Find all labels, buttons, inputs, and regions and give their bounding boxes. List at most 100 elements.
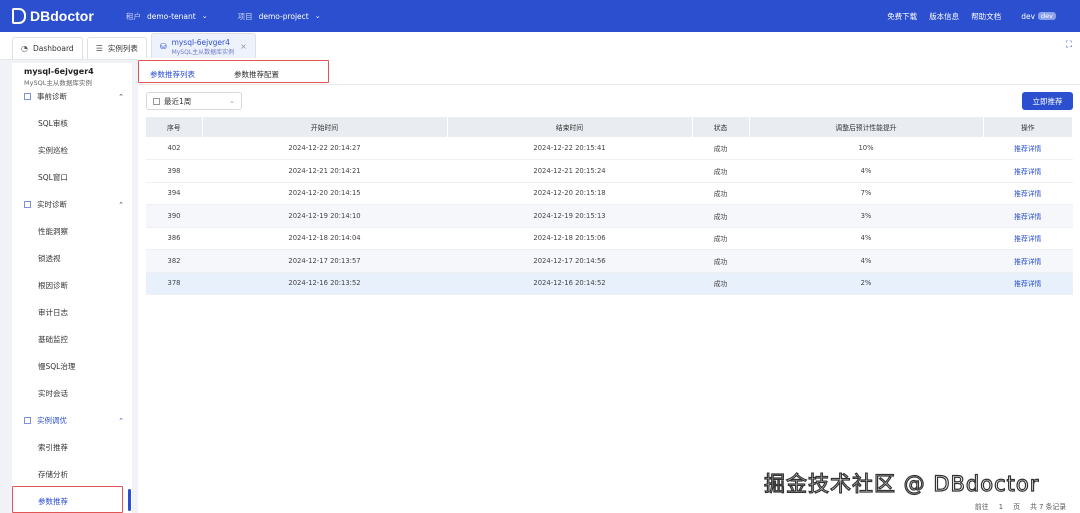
table-row: 386 2024-12-18 20:14:04 2024-12-18 20:15… bbox=[146, 227, 1073, 250]
sidebar-item-lock-view[interactable]: 锁透视 bbox=[38, 253, 61, 264]
recommend-detail-link[interactable]: 推荐详情 bbox=[983, 159, 1073, 183]
cell-improvement: 4% bbox=[749, 227, 983, 250]
recommend-detail-link[interactable]: 推荐详情 bbox=[983, 227, 1073, 250]
group-label: 实例调优 bbox=[37, 416, 67, 425]
free-download-link[interactable]: 免费下载 bbox=[887, 11, 917, 22]
table-header-row: 序号 开始时间 结束时间 状态 调整后预计性能提升 操作 bbox=[146, 117, 1073, 137]
menu-group-instance-tuning[interactable]: 实例调优 ⌃ bbox=[24, 415, 124, 426]
sidebar-scrollbar[interactable] bbox=[128, 489, 131, 511]
recommend-detail-link[interactable]: 推荐详情 bbox=[983, 204, 1073, 228]
cell-id: 378 bbox=[146, 272, 202, 295]
highlight-box-subtabs bbox=[138, 60, 329, 83]
recommend-detail-link[interactable]: 推荐详情 bbox=[983, 249, 1073, 273]
chevron-down-icon: ⌄ bbox=[229, 97, 235, 105]
recommend-detail-link[interactable]: 推荐详情 bbox=[983, 272, 1073, 295]
cell-end-time: 2024-12-22 20:15:41 bbox=[447, 137, 692, 160]
cell-end-time: 2024-12-20 20:15:18 bbox=[447, 182, 692, 205]
instance-description: MySQL主从数据库实例 bbox=[24, 79, 92, 87]
cell-status: 成功 bbox=[692, 272, 749, 295]
sidebar-item-root-cause[interactable]: 根因诊断 bbox=[38, 280, 68, 291]
date-range-select[interactable]: 最近1周 ⌄ bbox=[146, 92, 242, 110]
group-label: 事前诊断 bbox=[37, 92, 67, 101]
logo[interactable]: DBdoctor bbox=[12, 8, 112, 24]
table-row: 402 2024-12-22 20:14:27 2024-12-22 20:15… bbox=[146, 137, 1073, 160]
table-row: 382 2024-12-17 20:13:57 2024-12-17 20:14… bbox=[146, 249, 1073, 273]
sidebar-item-inspection[interactable]: 实例巡检 bbox=[38, 145, 68, 156]
pager-total: 共 7 条记录 bbox=[1030, 503, 1066, 511]
cell-end-time: 2024-12-18 20:15:06 bbox=[447, 227, 692, 250]
cell-status: 成功 bbox=[692, 159, 749, 183]
recommend-table: 序号 开始时间 结束时间 状态 调整后预计性能提升 操作 402 2024-12… bbox=[146, 117, 1073, 295]
column-header: 操作 bbox=[983, 117, 1073, 137]
project-selector[interactable]: 项目 demo-project ⌄ bbox=[238, 11, 321, 22]
sidebar-item-index-recommend[interactable]: 索引推荐 bbox=[38, 442, 68, 453]
main-content: 参数推荐列表 参数推荐配置 最近1周 ⌄ 立即推荐 序号 开始时间 结束时间 状… bbox=[138, 58, 1080, 513]
sidebar: mysql-6ejvger4 MySQL主从数据库实例 事前诊断 ⌃ SQL审核… bbox=[12, 63, 132, 513]
recommend-detail-link[interactable]: 推荐详情 bbox=[983, 137, 1073, 160]
cell-id: 394 bbox=[146, 182, 202, 205]
cell-improvement: 4% bbox=[749, 249, 983, 273]
sidebar-item-basic-monitoring[interactable]: 基础监控 bbox=[38, 334, 68, 345]
column-header: 状态 bbox=[692, 117, 750, 137]
user-menu[interactable]: dev dev bbox=[1021, 12, 1056, 21]
group-label: 实时诊断 bbox=[37, 200, 67, 209]
chevron-down-icon: ⌄ bbox=[201, 12, 208, 20]
sidebar-item-realtime-session[interactable]: 实时会话 bbox=[38, 388, 68, 399]
help-docs-link[interactable]: 帮助文档 bbox=[971, 11, 1001, 22]
cell-end-time: 2024-12-21 20:15:24 bbox=[447, 159, 692, 183]
cell-start-time: 2024-12-17 20:13:57 bbox=[202, 249, 447, 273]
column-header: 调整后预计性能提升 bbox=[749, 117, 984, 137]
cell-status: 成功 bbox=[692, 249, 749, 273]
chevron-up-icon: ⌃ bbox=[118, 416, 124, 425]
cell-improvement: 7% bbox=[749, 182, 983, 205]
cell-improvement: 4% bbox=[749, 159, 983, 183]
tab-subtitle: MySQL主从数据库实例 bbox=[171, 48, 235, 56]
pagination: 前往 1 页 共 7 条记录 bbox=[967, 501, 1066, 511]
tab-instance-detail[interactable]: ⛁ mysql-6ejvger4 MySQL主从数据库实例 × bbox=[150, 33, 256, 59]
cell-improvement: 2% bbox=[749, 272, 983, 295]
sidebar-item-storage-analysis[interactable]: 存储分析 bbox=[38, 469, 68, 480]
database-icon: ⛁ bbox=[159, 42, 167, 51]
recommend-now-button[interactable]: 立即推荐 bbox=[1022, 92, 1073, 110]
group-icon bbox=[24, 93, 31, 100]
cell-id: 402 bbox=[146, 137, 202, 160]
tab-label: 实例列表 bbox=[107, 44, 138, 53]
cell-id: 398 bbox=[146, 159, 202, 183]
fullscreen-icon[interactable]: ⛶ bbox=[1066, 40, 1072, 50]
sidebar-item-performance-insight[interactable]: 性能洞察 bbox=[38, 226, 68, 237]
menu-group-pre-diagnosis[interactable]: 事前诊断 ⌃ bbox=[24, 91, 124, 102]
user-name: dev bbox=[1021, 11, 1036, 21]
sidebar-item-audit-log[interactable]: 审计日志 bbox=[38, 307, 68, 318]
pager-page-input[interactable]: 1 bbox=[999, 503, 1003, 511]
tab-dashboard[interactable]: ◔ Dashboard bbox=[12, 37, 83, 59]
cell-start-time: 2024-12-20 20:14:15 bbox=[202, 182, 447, 205]
user-role-badge: dev bbox=[1038, 12, 1056, 20]
menu-group-realtime-diagnosis[interactable]: 实时诊断 ⌃ bbox=[24, 199, 124, 210]
cell-status: 成功 bbox=[692, 137, 749, 160]
cell-start-time: 2024-12-19 20:14:10 bbox=[202, 204, 447, 228]
tab-instance-list[interactable]: ☰ 实例列表 bbox=[86, 37, 147, 59]
sidebar-item-slow-sql[interactable]: 慢SQL治理 bbox=[38, 361, 75, 372]
version-info-link[interactable]: 版本信息 bbox=[929, 11, 959, 22]
project-value: demo-project bbox=[258, 11, 309, 21]
pager-goto-label: 前往 bbox=[974, 503, 989, 511]
highlight-box-param-recommend bbox=[12, 486, 123, 513]
tenant-selector[interactable]: 租户 demo-tenant ⌄ bbox=[126, 11, 208, 22]
instance-name: mysql-6ejvger4 bbox=[24, 67, 94, 76]
cell-status: 成功 bbox=[692, 182, 749, 205]
group-icon bbox=[24, 417, 31, 424]
dbdoctor-logo-icon bbox=[12, 8, 26, 24]
sidebar-item-sql-audit[interactable]: SQL审核 bbox=[38, 118, 68, 129]
cell-start-time: 2024-12-18 20:14:04 bbox=[202, 227, 447, 250]
cell-end-time: 2024-12-19 20:15:13 bbox=[447, 204, 692, 228]
column-header: 结束时间 bbox=[447, 117, 693, 137]
cell-id: 390 bbox=[146, 204, 202, 228]
cell-start-time: 2024-12-16 20:13:52 bbox=[202, 272, 447, 295]
sidebar-item-sql-window[interactable]: SQL窗口 bbox=[38, 172, 68, 183]
tab-label: Dashboard bbox=[32, 44, 74, 53]
project-label: 项目 bbox=[237, 11, 253, 21]
close-icon[interactable]: × bbox=[240, 42, 247, 51]
recommend-detail-link[interactable]: 推荐详情 bbox=[983, 182, 1073, 205]
column-header: 开始时间 bbox=[202, 117, 448, 137]
watermark-text: 掘金技术社区 @ DBdoctor bbox=[763, 471, 1040, 496]
